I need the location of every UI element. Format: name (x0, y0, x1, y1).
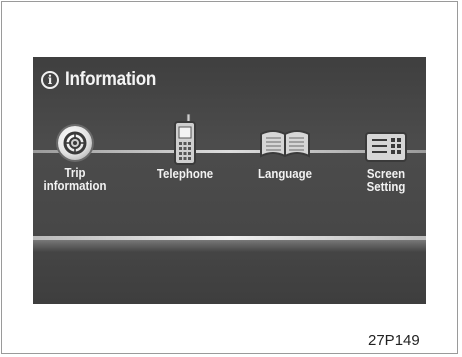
language-label: Language (248, 167, 322, 180)
telephone-button[interactable]: Telephone (143, 113, 227, 214)
language-button[interactable]: Language (243, 124, 327, 214)
page-title: Information (65, 69, 157, 90)
menu-glow (33, 240, 426, 252)
trip-information-label: Trip information (38, 166, 112, 192)
tire-wheel-icon (58, 126, 92, 160)
header: i Information (41, 68, 166, 92)
screen-setting-label: Screen Setting (349, 167, 423, 193)
information-screen: i Information Trip information Telephone… (33, 57, 426, 304)
telephone-label-line-1: Telephone (156, 166, 214, 181)
screen-settings-icon (365, 132, 407, 167)
open-book-icon (257, 128, 313, 165)
language-label-line-1: Language (257, 166, 313, 181)
figure-caption: 27P149 (368, 332, 420, 349)
info-circle-icon: i (41, 71, 59, 89)
cell-phone-icon (172, 113, 198, 171)
screen-label-line-2: Setting (366, 179, 406, 194)
telephone-label: Telephone (148, 167, 222, 180)
screen-setting-button[interactable]: Screen Setting (344, 124, 426, 214)
trip-information-button[interactable]: Trip information (33, 124, 117, 214)
trip-label-line-2: information (43, 178, 107, 193)
